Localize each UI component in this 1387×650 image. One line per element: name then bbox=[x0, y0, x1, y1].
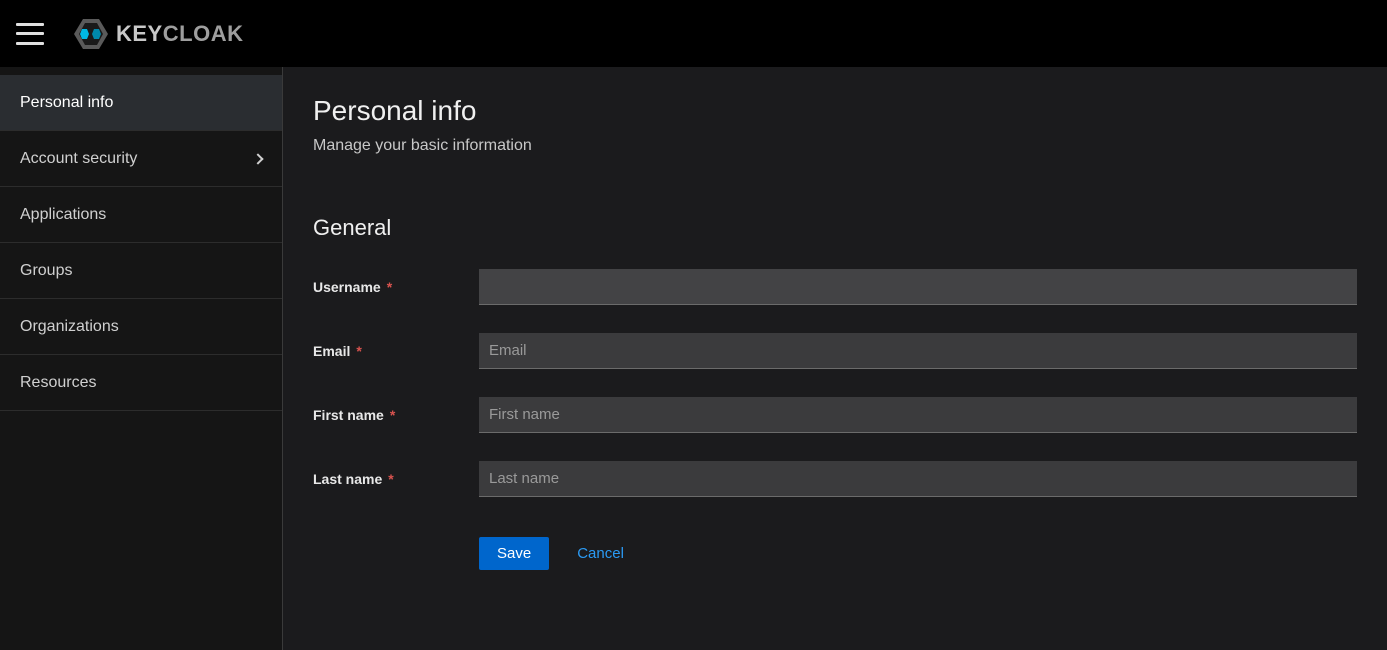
sidebar-item-label: Resources bbox=[20, 374, 96, 392]
menu-toggle-button[interactable] bbox=[16, 23, 44, 45]
username-label: Username* bbox=[313, 279, 479, 295]
chevron-right-icon bbox=[252, 153, 263, 164]
email-label: Email* bbox=[313, 343, 479, 359]
first-name-input[interactable] bbox=[479, 397, 1357, 433]
sidebar-item-label: Applications bbox=[20, 206, 106, 224]
save-button[interactable]: Save bbox=[479, 537, 549, 570]
sidebar-item-groups[interactable]: Groups bbox=[0, 243, 282, 299]
last-name-input[interactable] bbox=[479, 461, 1357, 497]
keycloak-icon bbox=[74, 19, 108, 49]
sidebar-item-personal-info[interactable]: Personal info bbox=[0, 75, 282, 131]
first-name-label: First name* bbox=[313, 407, 479, 423]
section-title-general: General bbox=[313, 215, 1357, 241]
form-row-username: Username* bbox=[313, 269, 1357, 305]
brand-name: KEYCLOAK bbox=[116, 21, 243, 47]
sidebar-item-label: Personal info bbox=[20, 94, 113, 112]
last-name-label: Last name* bbox=[313, 471, 479, 487]
sidebar-item-applications[interactable]: Applications bbox=[0, 187, 282, 243]
page-subtitle: Manage your basic information bbox=[313, 137, 1357, 155]
sidebar-nav: Personal info Account security Applicati… bbox=[0, 67, 283, 650]
sidebar-item-account-security[interactable]: Account security bbox=[0, 131, 282, 187]
sidebar-item-organizations[interactable]: Organizations bbox=[0, 299, 282, 355]
email-input[interactable] bbox=[479, 333, 1357, 369]
sidebar-item-resources[interactable]: Resources bbox=[0, 355, 282, 411]
cancel-button[interactable]: Cancel bbox=[577, 545, 624, 562]
sidebar-item-label: Groups bbox=[20, 262, 72, 280]
page-title: Personal info bbox=[313, 95, 1357, 127]
brand-logo[interactable]: KEYCLOAK bbox=[74, 19, 243, 49]
form-row-first-name: First name* bbox=[313, 397, 1357, 433]
app-header: KEYCLOAK bbox=[0, 0, 1387, 67]
form-row-last-name: Last name* bbox=[313, 461, 1357, 497]
main-content: Personal info Manage your basic informat… bbox=[283, 67, 1387, 650]
form-row-email: Email* bbox=[313, 333, 1357, 369]
sidebar-item-label: Account security bbox=[20, 150, 137, 168]
username-input[interactable] bbox=[479, 269, 1357, 305]
sidebar-item-label: Organizations bbox=[20, 318, 119, 336]
form-actions: Save Cancel bbox=[479, 537, 1357, 570]
